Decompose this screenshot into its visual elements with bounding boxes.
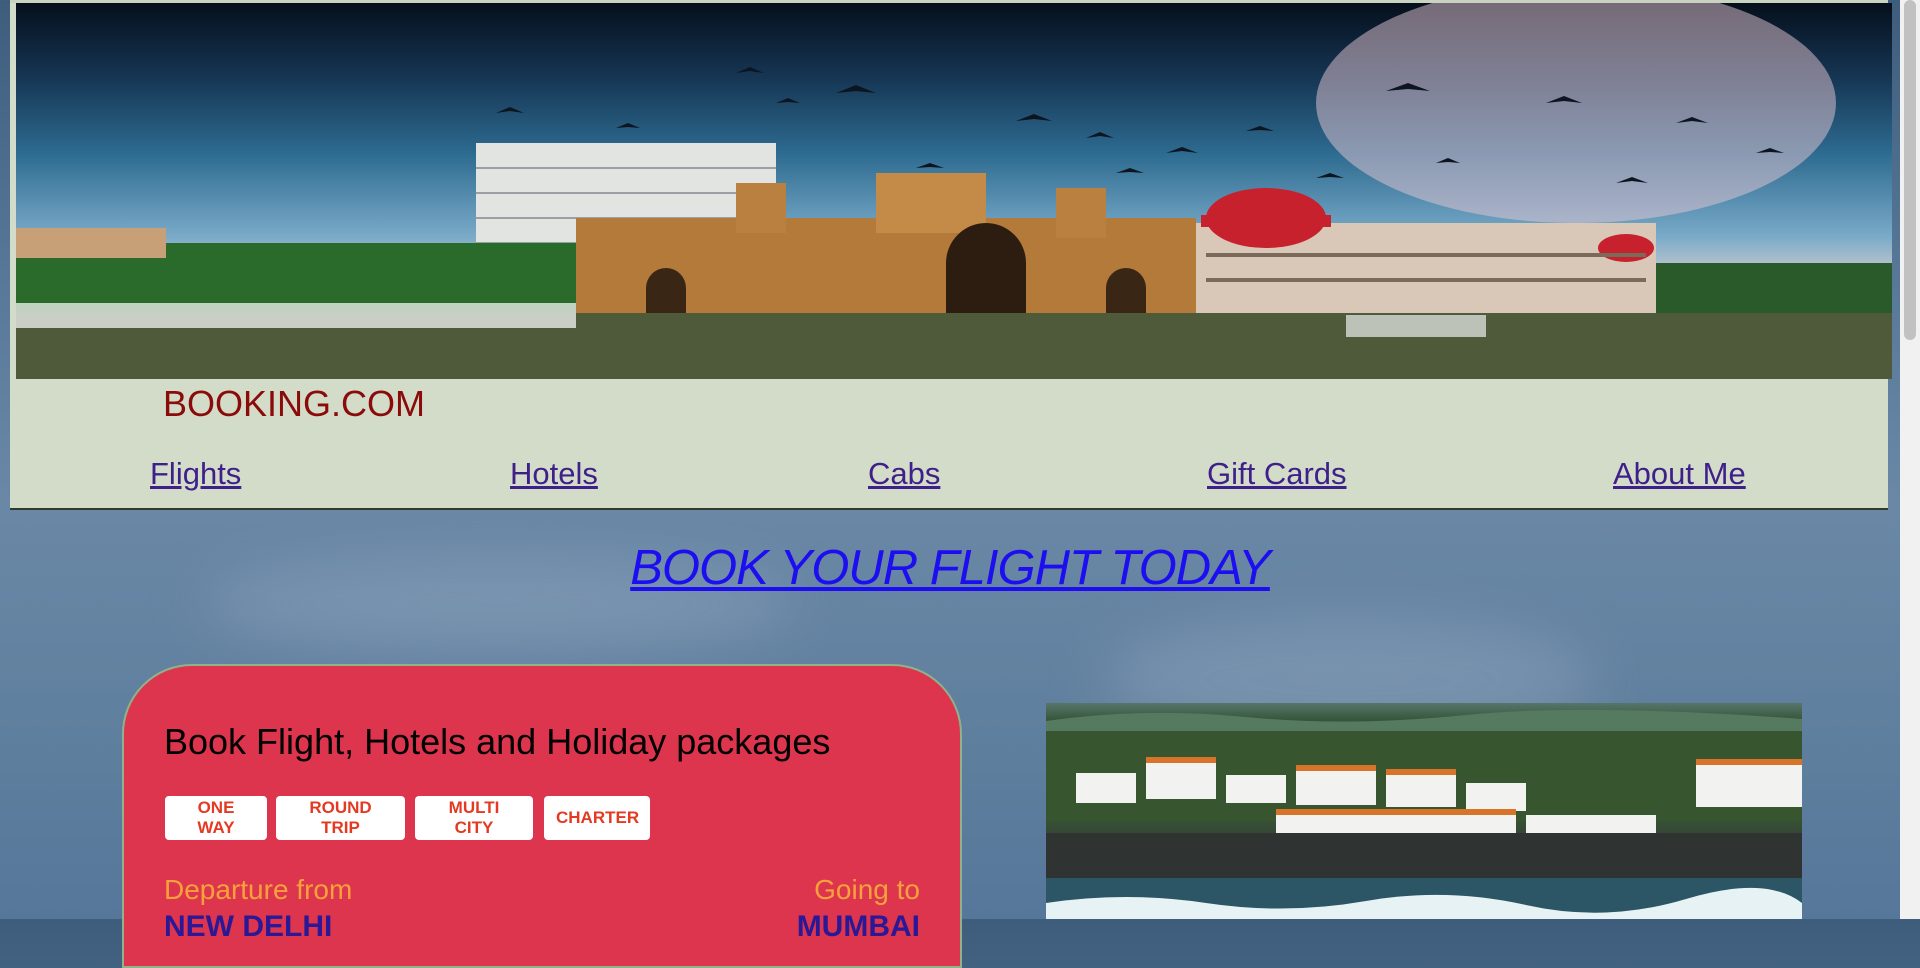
departure-value[interactable]: NEW DELHI: [164, 910, 332, 944]
nav-hotels[interactable]: Hotels: [510, 456, 598, 492]
charter-button[interactable]: CHARTER: [544, 796, 650, 840]
nav-about-me[interactable]: About Me: [1613, 456, 1746, 492]
brand-logo[interactable]: BOOKING.COM: [163, 383, 425, 425]
destination-value[interactable]: MUMBAI: [797, 910, 920, 944]
departure-label: Departure from: [164, 874, 353, 905]
gateway-of-india-banner-icon: [16, 3, 1892, 379]
coastal-town-icon: [1046, 709, 1802, 919]
destination-label: Going to: [814, 874, 920, 905]
page-headline[interactable]: BOOK YOUR FLIGHT TODAY: [0, 540, 1900, 596]
multi-city-button[interactable]: MULTI CITY: [415, 796, 533, 840]
scrollbar-thumb[interactable]: [1904, 0, 1916, 340]
booking-card: Book Flight, Hotels and Holiday packages…: [122, 664, 962, 968]
booking-card-title: Book Flight, Hotels and Holiday packages: [164, 721, 831, 762]
banner-image: [16, 3, 1892, 379]
site-header: BOOKING.COM Flights Hotels Cabs Gift Car…: [10, 0, 1892, 510]
nav-cabs[interactable]: Cabs: [868, 456, 940, 492]
coastal-town-photo: [1046, 703, 1802, 919]
one-way-button[interactable]: ONE WAY: [165, 796, 267, 840]
round-trip-button[interactable]: ROUND TRIP: [276, 796, 405, 840]
nav-gift-cards[interactable]: Gift Cards: [1207, 456, 1347, 492]
nav-flights[interactable]: Flights: [150, 456, 241, 492]
page-scrollbar[interactable]: [1900, 0, 1920, 919]
